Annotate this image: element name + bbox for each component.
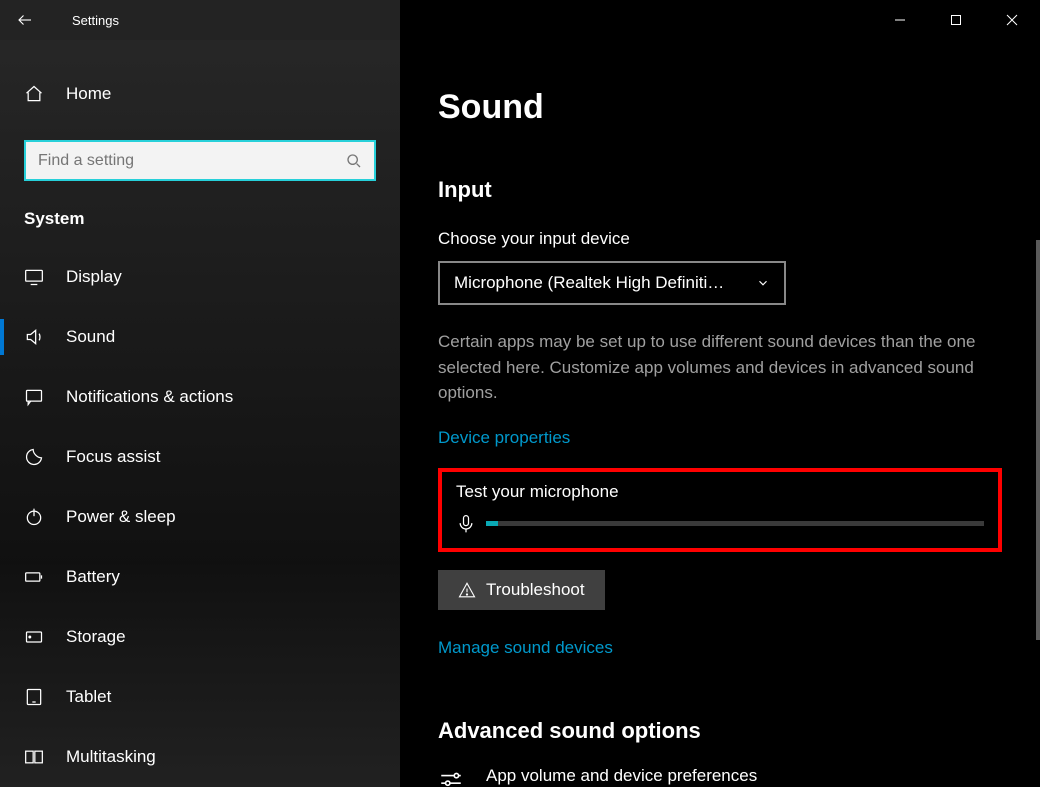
troubleshoot-button[interactable]: Troubleshoot <box>438 570 605 610</box>
notifications-icon <box>24 387 44 407</box>
test-microphone-highlight: Test your microphone <box>438 468 1002 552</box>
scrollbar[interactable] <box>1036 240 1040 640</box>
nav-item-focus[interactable]: Focus assist <box>0 427 400 487</box>
search-input[interactable] <box>38 152 346 170</box>
section-input: Input <box>438 177 1002 203</box>
battery-icon <box>24 567 44 587</box>
window-title: Settings <box>72 13 119 28</box>
mic-level-meter <box>486 521 984 526</box>
content: Sound Input Choose your input device Mic… <box>400 40 1040 787</box>
back-button[interactable] <box>0 11 50 29</box>
nav-item-label: Display <box>66 267 122 287</box>
device-properties-link[interactable]: Device properties <box>438 428 570 448</box>
nav-item-label: Power & sleep <box>66 507 176 527</box>
nav-item-battery[interactable]: Battery <box>0 547 400 607</box>
nav-list: Display Sound Notifications & actions Focus… <box>0 247 400 787</box>
nav-item-multitask[interactable]: Multitasking <box>0 727 400 787</box>
manage-sound-devices-link[interactable]: Manage sound devices <box>438 638 613 658</box>
nav-group-system: System <box>0 209 400 247</box>
focus-icon <box>24 447 44 467</box>
nav-home-label: Home <box>66 84 111 104</box>
nav-item-label: Focus assist <box>66 447 160 467</box>
nav-home[interactable]: Home <box>0 68 400 120</box>
search-box[interactable] <box>24 140 376 181</box>
test-mic-label: Test your microphone <box>456 482 984 502</box>
page-title: Sound <box>438 88 1002 127</box>
titlebar: Settings <box>0 0 1040 40</box>
app-volume-title: App volume and device preferences <box>486 766 903 786</box>
sidebar: Home System Display Sound Notifications & … <box>0 40 400 787</box>
nav-item-label: Multitasking <box>66 747 156 767</box>
sliders-icon <box>438 766 466 787</box>
nav-item-label: Sound <box>66 327 115 347</box>
minimize-button[interactable] <box>872 0 928 40</box>
nav-item-label: Tablet <box>66 687 111 707</box>
app-volume-preferences[interactable]: App volume and device preferences Custom… <box>438 766 1002 787</box>
input-description: Certain apps may be set up to use differ… <box>438 329 998 406</box>
nav-item-power[interactable]: Power & sleep <box>0 487 400 547</box>
nav-item-label: Notifications & actions <box>66 387 233 407</box>
nav-item-notifications[interactable]: Notifications & actions <box>0 367 400 427</box>
choose-input-label: Choose your input device <box>438 229 1002 249</box>
advanced-sound-heading: Advanced sound options <box>438 718 1002 744</box>
nav-item-sound[interactable]: Sound <box>0 307 400 367</box>
display-icon <box>24 267 44 287</box>
mic-level-fill <box>486 521 498 526</box>
input-device-dropdown[interactable]: Microphone (Realtek High Definiti… <box>438 261 786 305</box>
nav-item-display[interactable]: Display <box>0 247 400 307</box>
sound-icon <box>24 327 44 347</box>
multitask-icon <box>24 747 44 767</box>
nav-item-tablet[interactable]: Tablet <box>0 667 400 727</box>
power-icon <box>24 507 44 527</box>
close-button[interactable] <box>984 0 1040 40</box>
search-icon <box>346 153 362 169</box>
warning-icon <box>458 581 476 599</box>
nav-item-label: Battery <box>66 567 120 587</box>
storage-icon <box>24 627 44 647</box>
nav-item-storage[interactable]: Storage <box>0 607 400 667</box>
chevron-down-icon <box>756 276 770 290</box>
troubleshoot-label: Troubleshoot <box>486 580 585 600</box>
microphone-icon <box>456 512 476 536</box>
home-icon <box>24 84 44 104</box>
tablet-icon <box>24 687 44 707</box>
input-device-selected: Microphone (Realtek High Definiti… <box>454 273 724 293</box>
nav-item-label: Storage <box>66 627 126 647</box>
maximize-button[interactable] <box>928 0 984 40</box>
